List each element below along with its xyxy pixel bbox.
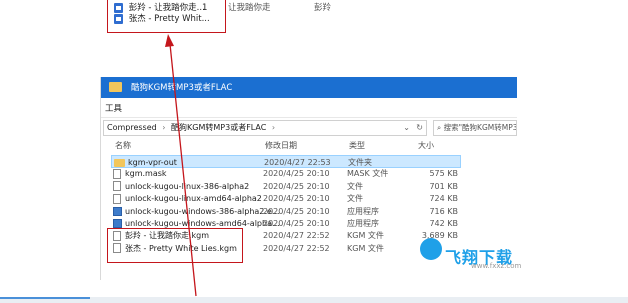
taskbar [0,297,628,303]
annotation-arrow [165,34,197,297]
taskbar-accent [0,297,90,299]
logo-icon [420,238,442,260]
watermark-url: www.fxxz.com [471,262,522,270]
